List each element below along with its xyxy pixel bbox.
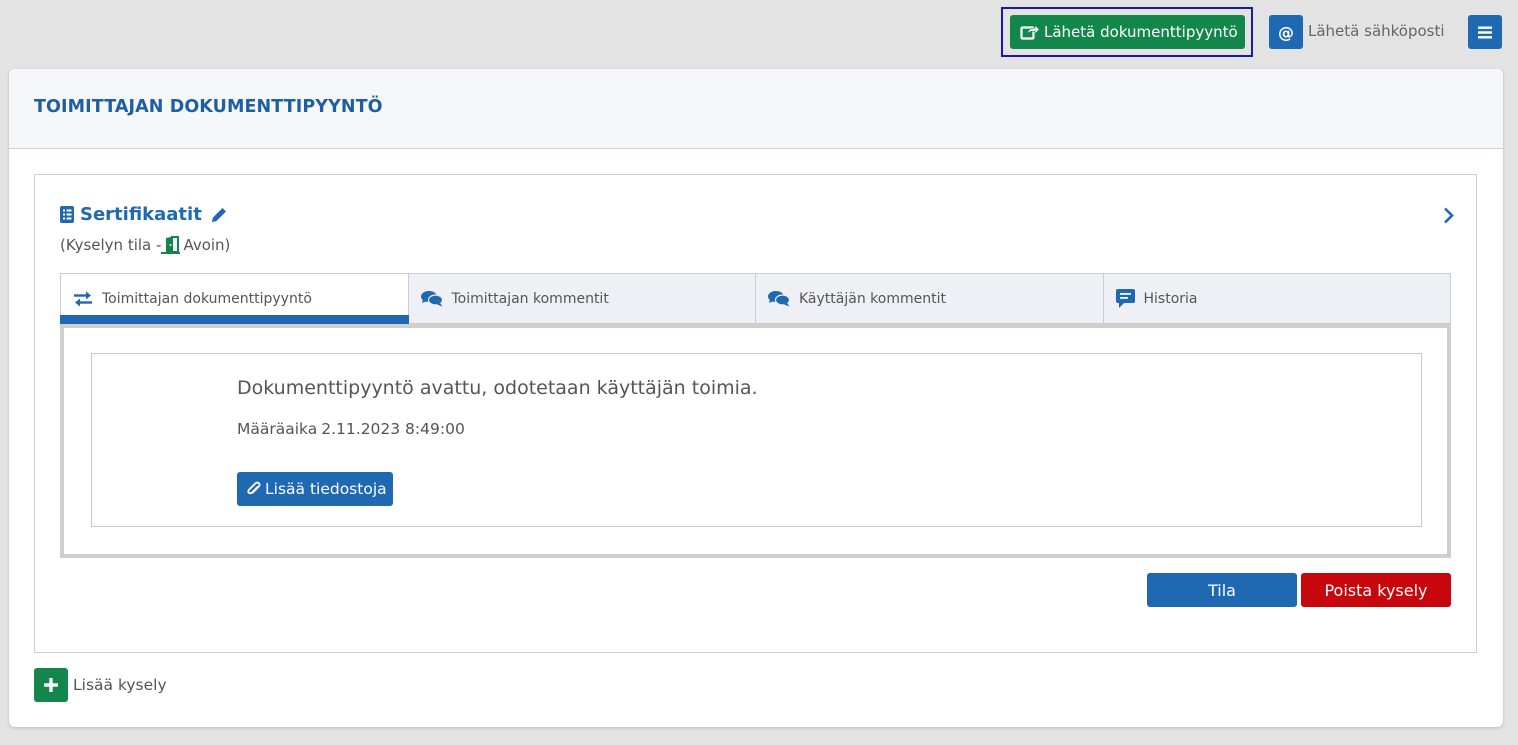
tab-supplier-document-request[interactable]: Toimittajan dokumenttipyyntö bbox=[60, 273, 409, 324]
tab-bar: Toimittajan dokumenttipyyntö Toimittajan… bbox=[60, 273, 1451, 324]
pencil-icon[interactable] bbox=[210, 206, 228, 224]
share-icon bbox=[1020, 24, 1040, 40]
tab-user-comments[interactable]: Käyttäjän kommentit bbox=[756, 273, 1104, 324]
status-value: Avoin) bbox=[183, 236, 231, 254]
card-header: TOIMITTAJAN DOKUMENTTIPYYNTÖ bbox=[9, 69, 1503, 149]
tab-label: Historia bbox=[1143, 290, 1198, 307]
message-icon bbox=[1115, 289, 1135, 308]
comments-icon bbox=[420, 291, 443, 307]
request-status-message: Dokumenttipyyntö avattu, odotetaan käytt… bbox=[237, 377, 758, 399]
page-title: TOIMITTAJAN DOKUMENTTIPYYNTÖ bbox=[34, 97, 383, 117]
send-document-request-button[interactable]: Lähetä dokumenttipyyntö bbox=[1010, 15, 1245, 49]
request-message-box: Dokumenttipyyntö avattu, odotetaan käytt… bbox=[91, 353, 1422, 527]
list-icon bbox=[60, 206, 74, 223]
add-files-label: Lisää tiedostoja bbox=[265, 480, 387, 498]
deadline-value: 2.11.2023 8:49:00 bbox=[321, 420, 465, 438]
exchange-arrows-icon bbox=[74, 291, 92, 306]
deadline: Määräaika 2.11.2023 8:49:00 bbox=[237, 420, 465, 438]
delete-survey-button[interactable]: Poista kysely bbox=[1301, 573, 1451, 607]
survey-title: Sertifikaatit bbox=[60, 204, 228, 225]
comments-icon bbox=[768, 291, 790, 307]
tab-history[interactable]: Historia bbox=[1103, 273, 1451, 324]
tab-label: Toimittajan kommentit bbox=[451, 290, 609, 307]
send-email-link[interactable]: Lähetä sähköposti bbox=[1308, 22, 1445, 40]
tab-label: Toimittajan dokumenttipyyntö bbox=[102, 290, 312, 307]
add-files-button[interactable]: Lisää tiedostoja bbox=[237, 472, 393, 506]
tab-label: Käyttäjän kommentit bbox=[799, 290, 946, 307]
chevron-right-icon[interactable] bbox=[1443, 207, 1454, 224]
send-document-request-label: Lähetä dokumenttipyyntö bbox=[1044, 23, 1238, 41]
paperclip-icon bbox=[247, 481, 261, 495]
status-prefix: (Kyselyn tila - bbox=[60, 236, 162, 254]
survey-panel: Sertifikaatit (Kyselyn tila - Avoin) Toi… bbox=[34, 174, 1477, 653]
state-button[interactable]: Tila bbox=[1147, 573, 1297, 607]
main-card: TOIMITTAJAN DOKUMENTTIPYYNTÖ Sertifikaat… bbox=[9, 69, 1503, 727]
tab-supplier-comments[interactable]: Toimittajan kommentit bbox=[408, 273, 756, 324]
add-survey-label[interactable]: Lisää kysely bbox=[73, 676, 167, 694]
tab-content: Dokumenttipyyntö avattu, odotetaan käytt… bbox=[60, 324, 1451, 558]
survey-status: (Kyselyn tila - Avoin) bbox=[60, 236, 230, 254]
survey-title-label: Sertifikaatit bbox=[80, 204, 202, 225]
menu-button[interactable] bbox=[1468, 15, 1502, 49]
email-icon[interactable]: @ bbox=[1269, 15, 1303, 49]
hamburger-icon bbox=[1478, 26, 1492, 38]
deadline-label: Määräaika bbox=[237, 420, 318, 438]
door-open-icon bbox=[161, 236, 181, 254]
add-survey-button[interactable] bbox=[34, 668, 68, 702]
plus-icon bbox=[44, 678, 58, 692]
